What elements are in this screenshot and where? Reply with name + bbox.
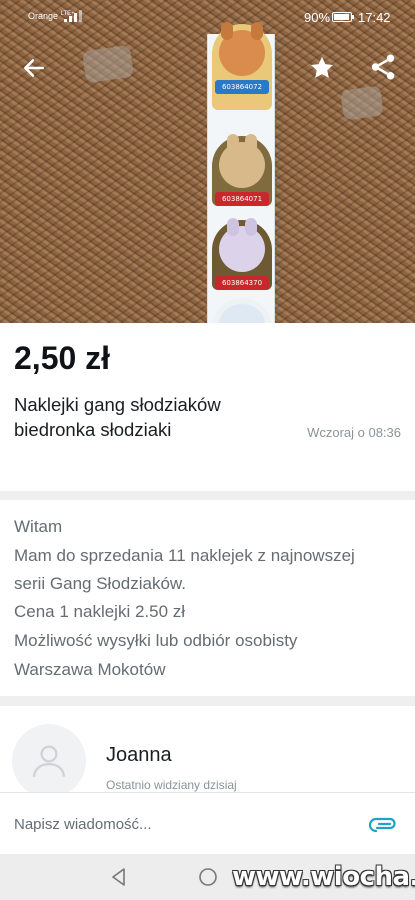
battery-icon: [332, 12, 354, 22]
signal-icon: [64, 10, 82, 22]
listing-title: Naklejki gang słodziaków biedronka słodz…: [14, 392, 284, 442]
seller-name[interactable]: Joanna: [106, 744, 172, 767]
clock: 17:42: [358, 10, 391, 25]
nav-home-icon[interactable]: [197, 866, 219, 888]
description-line: serii Gang Słodziaków.: [14, 574, 186, 593]
sticker-bunny-lilac: 603864370: [212, 218, 272, 290]
share-button[interactable]: [366, 50, 400, 84]
sticker-code: 603864071: [215, 192, 269, 206]
description-line: Możliwość wysyłki lub odbiór osobisty: [14, 631, 298, 650]
listing-price: 2,50 zł: [14, 340, 111, 376]
bunny-face: [219, 134, 265, 188]
sticker-code: 603864370: [215, 276, 269, 290]
watermark: www.wiocha.pl: [232, 862, 415, 892]
owl-face: [219, 304, 265, 323]
attach-button[interactable]: [368, 812, 398, 836]
listing-date: Wczoraj o 08:36: [307, 425, 401, 440]
listing-title-line: biedronka słodziaki: [14, 419, 172, 440]
sticker-strip-image: 603864072 603864071 603864370: [207, 22, 275, 323]
photo-background-detail: [82, 44, 134, 84]
nav-back-icon[interactable]: [108, 866, 130, 888]
paperclip-icon: [369, 817, 396, 833]
seller-last-seen: Ostatnio widziany dzisiaj: [106, 778, 237, 792]
avatar[interactable]: [12, 724, 86, 798]
arrow-left-icon: [24, 59, 44, 77]
photo-background-detail: [340, 85, 384, 121]
listing-title-line: Naklejki gang słodziaków: [14, 394, 221, 415]
back-button[interactable]: [18, 52, 50, 84]
listing-photo[interactable]: 603864072 603864071 603864370: [0, 0, 415, 323]
user-placeholder-icon: [32, 745, 66, 777]
star-icon: [310, 56, 334, 78]
bunny-face: [219, 218, 265, 272]
sticker-code: 603864072: [215, 80, 269, 94]
screen: 603864072 603864071 603864370 Orange LTE…: [0, 0, 415, 900]
description-line: Witam: [14, 517, 63, 536]
sticker-bunny-yellow: 603864071: [212, 134, 272, 206]
favorite-button[interactable]: [306, 52, 338, 84]
description-line: Mam do sprzedania 11 naklejek z najnowsz…: [14, 546, 355, 565]
message-input[interactable]: [14, 814, 344, 834]
deer-face: [219, 22, 265, 76]
share-icon: [371, 54, 395, 80]
description-line: Cena 1 naklejki 2.50 zł: [14, 602, 186, 621]
sticker-deer: 603864072: [212, 22, 272, 110]
battery-percent: 90%: [304, 10, 331, 25]
status-bar: Orange LTE+ 90% 17:42: [0, 0, 415, 34]
description-line: Warszawa Mokotów: [14, 660, 166, 679]
sticker-owl: [212, 298, 272, 323]
